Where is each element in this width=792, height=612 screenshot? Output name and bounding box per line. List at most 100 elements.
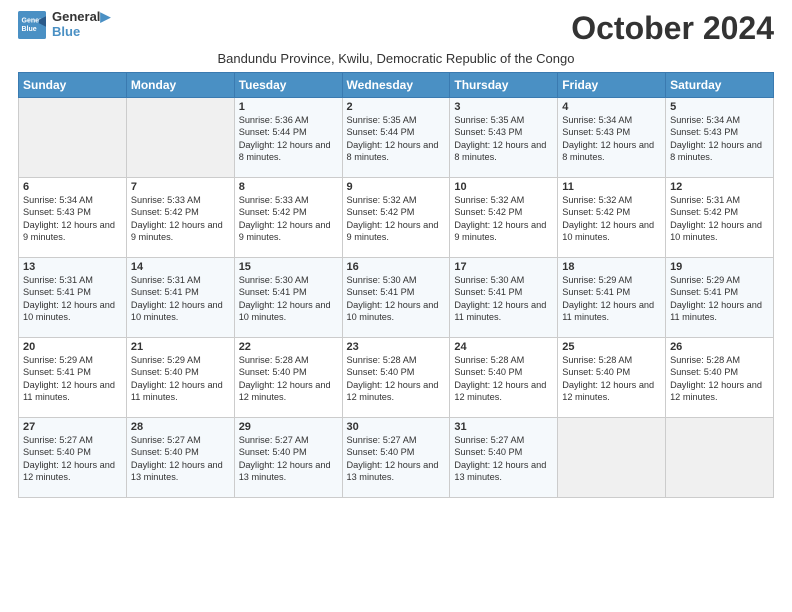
col-saturday: Saturday [666, 73, 774, 98]
day-number: 21 [131, 341, 230, 353]
day-cell: 21Sunrise: 5:29 AM Sunset: 5:40 PM Dayli… [126, 338, 234, 418]
day-number: 17 [454, 261, 553, 273]
day-number: 12 [670, 181, 769, 193]
col-monday: Monday [126, 73, 234, 98]
day-cell: 25Sunrise: 5:28 AM Sunset: 5:40 PM Dayli… [558, 338, 666, 418]
day-number: 31 [454, 421, 553, 433]
logo-text: General▶ [52, 10, 110, 25]
day-info: Sunrise: 5:35 AM Sunset: 5:43 PM Dayligh… [454, 114, 553, 164]
day-info: Sunrise: 5:30 AM Sunset: 5:41 PM Dayligh… [347, 274, 446, 324]
day-info: Sunrise: 5:30 AM Sunset: 5:41 PM Dayligh… [454, 274, 553, 324]
day-info: Sunrise: 5:34 AM Sunset: 5:43 PM Dayligh… [562, 114, 661, 164]
svg-text:Blue: Blue [22, 26, 37, 33]
day-number: 4 [562, 101, 661, 113]
col-sunday: Sunday [19, 73, 127, 98]
week-row-0: 1Sunrise: 5:36 AM Sunset: 5:44 PM Daylig… [19, 98, 774, 178]
day-number: 13 [23, 261, 122, 273]
day-number: 10 [454, 181, 553, 193]
day-info: Sunrise: 5:34 AM Sunset: 5:43 PM Dayligh… [23, 194, 122, 244]
week-row-1: 6Sunrise: 5:34 AM Sunset: 5:43 PM Daylig… [19, 178, 774, 258]
day-cell: 24Sunrise: 5:28 AM Sunset: 5:40 PM Dayli… [450, 338, 558, 418]
day-info: Sunrise: 5:29 AM Sunset: 5:41 PM Dayligh… [23, 354, 122, 404]
header-row: Sunday Monday Tuesday Wednesday Thursday… [19, 73, 774, 98]
day-number: 25 [562, 341, 661, 353]
day-info: Sunrise: 5:32 AM Sunset: 5:42 PM Dayligh… [454, 194, 553, 244]
day-info: Sunrise: 5:35 AM Sunset: 5:44 PM Dayligh… [347, 114, 446, 164]
day-number: 14 [131, 261, 230, 273]
day-info: Sunrise: 5:34 AM Sunset: 5:43 PM Dayligh… [670, 114, 769, 164]
day-info: Sunrise: 5:32 AM Sunset: 5:42 PM Dayligh… [347, 194, 446, 244]
day-number: 18 [562, 261, 661, 273]
col-friday: Friday [558, 73, 666, 98]
day-number: 8 [239, 181, 338, 193]
day-cell: 7Sunrise: 5:33 AM Sunset: 5:42 PM Daylig… [126, 178, 234, 258]
day-cell: 11Sunrise: 5:32 AM Sunset: 5:42 PM Dayli… [558, 178, 666, 258]
day-cell: 27Sunrise: 5:27 AM Sunset: 5:40 PM Dayli… [19, 418, 127, 498]
day-info: Sunrise: 5:29 AM Sunset: 5:41 PM Dayligh… [670, 274, 769, 324]
day-cell: 30Sunrise: 5:27 AM Sunset: 5:40 PM Dayli… [342, 418, 450, 498]
day-info: Sunrise: 5:33 AM Sunset: 5:42 PM Dayligh… [131, 194, 230, 244]
day-number: 5 [670, 101, 769, 113]
week-row-2: 13Sunrise: 5:31 AM Sunset: 5:41 PM Dayli… [19, 258, 774, 338]
day-info: Sunrise: 5:27 AM Sunset: 5:40 PM Dayligh… [347, 434, 446, 484]
day-number: 26 [670, 341, 769, 353]
day-number: 9 [347, 181, 446, 193]
day-cell: 5Sunrise: 5:34 AM Sunset: 5:43 PM Daylig… [666, 98, 774, 178]
day-cell: 13Sunrise: 5:31 AM Sunset: 5:41 PM Dayli… [19, 258, 127, 338]
week-row-4: 27 Sunrise: 5:27 AM Sunset: 5:40 PM Dayli… [19, 418, 774, 498]
day-cell: 28Sunrise: 5:27 AM Sunset: 5:40 PM Dayli… [126, 418, 234, 498]
day-number: 23 [347, 341, 446, 353]
day-number: 6 [23, 181, 122, 193]
day-number: 22 [239, 341, 338, 353]
logo: General Blue General▶ Blue [18, 10, 110, 40]
col-tuesday: Tuesday [234, 73, 342, 98]
day-cell: 14Sunrise: 5:31 AM Sunset: 5:41 PM Dayli… [126, 258, 234, 338]
day-info: Sunrise: 5:27 AM Sunset: 5:40 PM Dayligh… [131, 434, 230, 484]
logo-subtext: Blue [52, 25, 110, 40]
col-thursday: Thursday [450, 73, 558, 98]
day-cell: 2Sunrise: 5:35 AM Sunset: 5:44 PM Daylig… [342, 98, 450, 178]
day-number: 24 [454, 341, 553, 353]
day-cell: 1Sunrise: 5:36 AM Sunset: 5:44 PM Daylig… [234, 98, 342, 178]
day-number: 27 [23, 421, 122, 433]
day-cell: 4Sunrise: 5:34 AM Sunset: 5:43 PM Daylig… [558, 98, 666, 178]
day-info: Sunrise: 5:27 AM Sunset: 5:40 PM Dayligh… [454, 434, 553, 484]
header: General Blue General▶ Blue October 2024 [18, 10, 774, 47]
day-cell: 19Sunrise: 5:29 AM Sunset: 5:41 PM Dayli… [666, 258, 774, 338]
day-info: Sunrise: 5:30 AM Sunset: 5:41 PM Dayligh… [239, 274, 338, 324]
day-cell: 10Sunrise: 5:32 AM Sunset: 5:42 PM Dayli… [450, 178, 558, 258]
day-info: Sunrise: 5:28 AM Sunset: 5:40 PM Dayligh… [347, 354, 446, 404]
day-number: 1 [239, 101, 338, 113]
day-cell: 12Sunrise: 5:31 AM Sunset: 5:42 PM Dayli… [666, 178, 774, 258]
day-cell: 18Sunrise: 5:29 AM Sunset: 5:41 PM Dayli… [558, 258, 666, 338]
day-cell [666, 418, 774, 498]
month-title: October 2024 [571, 10, 774, 47]
day-cell [19, 98, 127, 178]
day-cell: 20Sunrise: 5:29 AM Sunset: 5:41 PM Dayli… [19, 338, 127, 418]
subtitle: Bandundu Province, Kwilu, Democratic Rep… [18, 51, 774, 66]
calendar-page: General Blue General▶ Blue October 2024 … [0, 0, 792, 508]
day-cell: 22Sunrise: 5:28 AM Sunset: 5:40 PM Dayli… [234, 338, 342, 418]
day-number: 16 [347, 261, 446, 273]
day-number: 15 [239, 261, 338, 273]
day-number: 20 [23, 341, 122, 353]
day-number: 19 [670, 261, 769, 273]
day-info: Sunrise: 5:28 AM Sunset: 5:40 PM Dayligh… [239, 354, 338, 404]
day-cell: 31Sunrise: 5:27 AM Sunset: 5:40 PM Dayli… [450, 418, 558, 498]
week-row-3: 20Sunrise: 5:29 AM Sunset: 5:41 PM Dayli… [19, 338, 774, 418]
day-cell: 23Sunrise: 5:28 AM Sunset: 5:40 PM Dayli… [342, 338, 450, 418]
day-cell: 17Sunrise: 5:30 AM Sunset: 5:41 PM Dayli… [450, 258, 558, 338]
day-number: 2 [347, 101, 446, 113]
day-info: Sunrise: 5:27 AM Sunset: 5:40 PM Dayligh… [239, 434, 338, 484]
day-number: 3 [454, 101, 553, 113]
day-cell: 16Sunrise: 5:30 AM Sunset: 5:41 PM Dayli… [342, 258, 450, 338]
day-cell: 6Sunrise: 5:34 AM Sunset: 5:43 PM Daylig… [19, 178, 127, 258]
day-info: Sunrise: 5:28 AM Sunset: 5:40 PM Dayligh… [670, 354, 769, 404]
day-info: Sunrise: 5:32 AM Sunset: 5:42 PM Dayligh… [562, 194, 661, 244]
day-number: 29 [239, 421, 338, 433]
day-cell: 8Sunrise: 5:33 AM Sunset: 5:42 PM Daylig… [234, 178, 342, 258]
logo-icon: General Blue [18, 11, 46, 39]
day-number: 7 [131, 181, 230, 193]
day-info: Sunrise: 5:28 AM Sunset: 5:40 PM Dayligh… [562, 354, 661, 404]
day-info: Sunrise: 5:36 AM Sunset: 5:44 PM Dayligh… [239, 114, 338, 164]
